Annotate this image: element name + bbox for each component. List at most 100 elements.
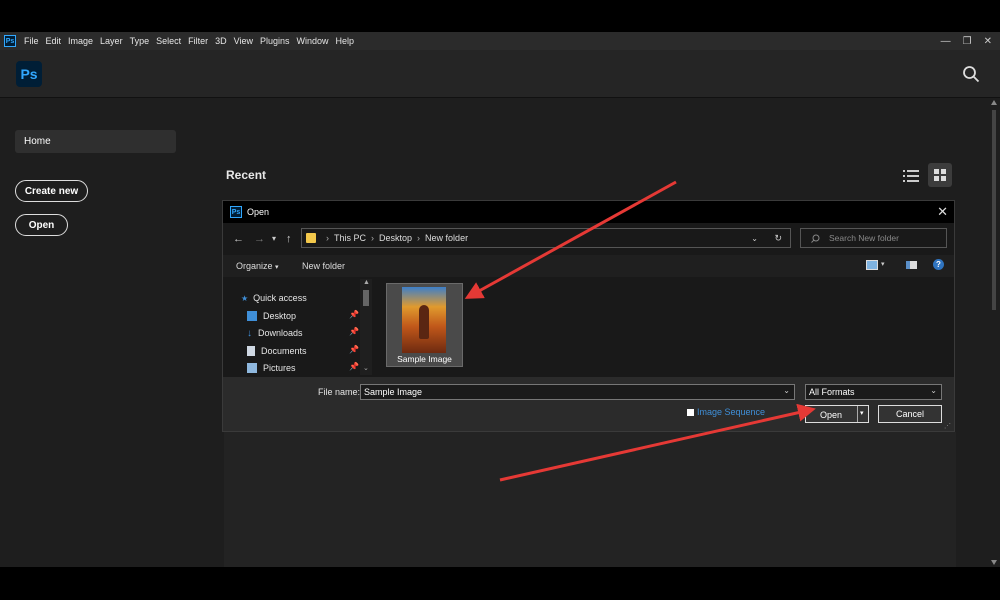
recent-locations-chevron-icon[interactable]: ▾ xyxy=(272,234,276,243)
change-view-icon[interactable] xyxy=(866,260,878,270)
format-value: All Formats xyxy=(809,387,855,397)
file-name-input[interactable]: Sample Image ⌄ xyxy=(360,384,795,400)
menu-3d[interactable]: 3D xyxy=(215,36,227,46)
nav-scrollbar[interactable]: ▲ ⌄ xyxy=(360,279,372,375)
scroll-thumb[interactable] xyxy=(363,290,369,306)
menu-image[interactable]: Image xyxy=(68,36,93,46)
menu-help[interactable]: Help xyxy=(336,36,355,46)
nav-label: Downloads xyxy=(258,328,303,338)
nav-desktop[interactable]: Desktop xyxy=(247,309,296,323)
nav-documents[interactable]: Documents xyxy=(247,344,307,358)
breadcrumb-new-folder[interactable]: New folder xyxy=(425,233,468,243)
menu-plugins[interactable]: Plugins xyxy=(260,36,290,46)
breadcrumb-separator-icon: › xyxy=(417,233,421,243)
page-scrollbar[interactable] xyxy=(990,98,998,567)
open-options-chevron-icon[interactable]: ▾ xyxy=(860,409,864,417)
nav-downloads[interactable]: ↓ Downloads xyxy=(247,326,303,340)
nav-quick-access[interactable]: ★ Quick access xyxy=(241,291,307,305)
dialog-titlebar: Ps Open ✕ xyxy=(223,201,954,223)
pin-icon: 📌 xyxy=(349,362,359,371)
address-row: ← → ▾ ↑ › This PC › Desktop › New folder… xyxy=(223,225,954,253)
thumbnail-figure xyxy=(419,305,429,339)
nav-label: Pictures xyxy=(263,363,296,373)
recent-heading: Recent xyxy=(226,168,267,182)
file-list: Sample Image xyxy=(374,279,954,375)
address-bar[interactable]: › This PC › Desktop › New folder ⌄ ↻ xyxy=(301,228,791,248)
scroll-down-icon[interactable]: ⌄ xyxy=(363,364,369,372)
open-button[interactable]: Open xyxy=(15,214,68,236)
file-item-selected[interactable]: Sample Image xyxy=(386,283,463,367)
menu-edit[interactable]: Edit xyxy=(46,36,62,46)
breadcrumb-this-pc[interactable]: This PC xyxy=(334,233,366,243)
split-divider xyxy=(857,406,858,422)
dialog-close-icon[interactable]: ✕ xyxy=(937,204,948,220)
chevron-down-icon[interactable]: ⌄ xyxy=(783,386,790,395)
download-arrow-icon: ↓ xyxy=(247,327,252,339)
home-header: Ps xyxy=(0,50,1000,98)
pin-icon: 📌 xyxy=(349,345,359,354)
resize-grip-icon[interactable]: ⋰ xyxy=(944,422,951,430)
menu-select[interactable]: Select xyxy=(156,36,181,46)
close-icon[interactable]: ✕ xyxy=(984,36,992,47)
address-dropdown-chevron-icon[interactable]: ⌄ xyxy=(751,234,758,243)
breadcrumb-desktop[interactable]: Desktop xyxy=(379,233,412,243)
file-format-select[interactable]: All Formats ⌄ xyxy=(805,384,942,400)
folder-icon xyxy=(306,233,316,243)
desktop-icon xyxy=(247,311,257,321)
dialog-cancel-button[interactable]: Cancel xyxy=(878,405,942,423)
preview-pane-icon[interactable] xyxy=(906,261,917,269)
checkbox-icon[interactable] xyxy=(687,408,694,416)
menu-filter[interactable]: Filter xyxy=(188,36,208,46)
scroll-up-icon[interactable]: ▲ xyxy=(363,279,370,286)
search-folder-input[interactable]: Search New folder xyxy=(800,228,947,248)
pin-icon: 📌 xyxy=(349,310,359,319)
chevron-down-icon: ▾ xyxy=(275,264,279,271)
forward-arrow-icon[interactable]: → xyxy=(254,233,265,245)
minimize-icon[interactable]: — xyxy=(941,36,951,47)
menu-view[interactable]: View xyxy=(234,36,253,46)
organize-menu[interactable]: Organize ▾ xyxy=(236,261,279,271)
file-name-label: File name: xyxy=(318,387,361,397)
breadcrumb-separator-icon: › xyxy=(326,233,329,243)
list-view-icon[interactable] xyxy=(902,168,920,184)
refresh-icon[interactable]: ↻ xyxy=(774,233,782,244)
menu-file[interactable]: File xyxy=(24,36,39,46)
star-icon: ★ xyxy=(241,293,249,303)
nav-label: Desktop xyxy=(263,311,297,321)
window-controls: — ❐ ✕ xyxy=(941,32,992,50)
navigation-pane: ★ Quick access Desktop 📌 ↓ Downloads 📌 D… xyxy=(223,279,373,375)
image-sequence-checkbox[interactable]: Image Sequence xyxy=(687,407,765,417)
menu-bar: Ps File Edit Image Layer Type Select Fil… xyxy=(0,32,1000,50)
search-icon xyxy=(811,234,820,243)
home-nav-item[interactable]: Home xyxy=(15,130,176,153)
open-file-dialog: Ps Open ✕ ← → ▾ ↑ › This PC › Desktop › … xyxy=(222,200,955,432)
dialog-open-button[interactable]: Open ▾ xyxy=(805,405,869,423)
recent-files-panel xyxy=(224,432,956,567)
menu-window[interactable]: Window xyxy=(297,36,329,46)
search-icon[interactable] xyxy=(962,65,980,83)
restore-icon[interactable]: ❐ xyxy=(963,36,972,47)
dialog-toolbar: Organize ▾ New folder ▾ ? xyxy=(223,255,954,277)
new-folder-button[interactable]: New folder xyxy=(302,261,345,271)
search-placeholder: Search New folder xyxy=(829,233,899,243)
back-arrow-icon[interactable]: ← xyxy=(233,233,244,245)
view-options-chevron-icon[interactable]: ▾ xyxy=(881,260,885,268)
breadcrumb-separator-icon: › xyxy=(371,233,375,243)
image-sequence-label: Image Sequence xyxy=(697,407,766,417)
image-thumbnail xyxy=(402,287,446,353)
dialog-footer: File name: Sample Image ⌄ All Formats ⌄ … xyxy=(223,377,954,431)
create-new-button[interactable]: Create new xyxy=(15,180,88,202)
file-name-label: Sample Image xyxy=(397,354,452,364)
up-arrow-icon[interactable]: ↑ xyxy=(286,233,292,245)
nav-pictures[interactable]: Pictures xyxy=(247,361,296,375)
grid-view-button[interactable] xyxy=(928,163,952,187)
menu-type[interactable]: Type xyxy=(130,36,150,46)
ps-app-icon: Ps xyxy=(4,35,16,47)
help-icon[interactable]: ? xyxy=(933,259,944,270)
menu-layer[interactable]: Layer xyxy=(100,36,123,46)
file-name-value: Sample Image xyxy=(364,387,423,397)
grid-view-icon xyxy=(934,169,946,181)
pictures-icon xyxy=(247,363,257,373)
dialog-title: Open xyxy=(247,207,270,217)
nav-label: Documents xyxy=(261,346,307,356)
